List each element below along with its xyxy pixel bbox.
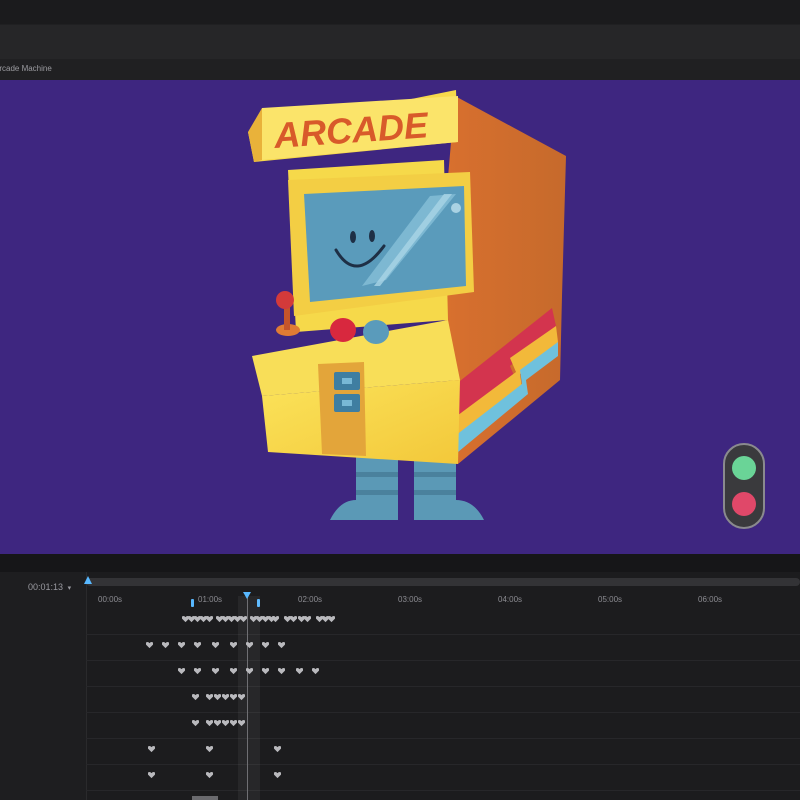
keyframe-heart-icon[interactable] <box>148 746 155 753</box>
artboard-canvas[interactable]: ARCADE <box>0 80 800 554</box>
ruler-label-6: 06:00s <box>698 595 723 604</box>
traffic-light-icon[interactable] <box>723 443 765 529</box>
playhead-line <box>247 596 248 800</box>
keyframe-heart-icon[interactable] <box>230 720 237 727</box>
keyframe-heart-icon[interactable] <box>304 616 311 623</box>
keyframe-heart-icon[interactable] <box>148 772 155 779</box>
panel-divider <box>0 554 800 572</box>
keyframe-heart-icon[interactable] <box>146 642 153 649</box>
ruler-label-2: 02:00s <box>298 595 323 604</box>
range-start-marker[interactable] <box>191 599 194 607</box>
keyframe-heart-icon[interactable] <box>278 642 285 649</box>
keyframe-heart-icon[interactable] <box>238 694 245 701</box>
keyframe-heart-icon[interactable] <box>206 616 213 623</box>
current-time-value: 00:01:13 <box>28 582 64 592</box>
keyframe-heart-icon[interactable] <box>230 694 237 701</box>
keyframe-heart-icon[interactable] <box>206 720 213 727</box>
keyframe-heart-icon[interactable] <box>262 668 269 675</box>
toolbar <box>0 24 800 60</box>
playhead-handle[interactable] <box>243 592 251 599</box>
current-time-readout[interactable]: 00:01:13 ▾ <box>28 582 71 592</box>
title-bar <box>0 0 800 24</box>
keyframe-heart-icon[interactable] <box>278 668 285 675</box>
timeline-panel: 00:01:13 ▾ 00:00s 01:00s 02:00s 03:00s 0… <box>0 572 800 800</box>
ruler-label-0: 00:00s <box>98 595 123 604</box>
keyframe-heart-icon[interactable] <box>206 772 213 779</box>
keyframe-heart-icon[interactable] <box>312 668 319 675</box>
keyframe-heart-icon[interactable] <box>214 720 221 727</box>
timeline-track-6[interactable] <box>86 738 800 765</box>
keyframe-heart-icon[interactable] <box>192 720 199 727</box>
keyframe-heart-icon[interactable] <box>222 694 229 701</box>
keyframe-heart-icon[interactable] <box>192 694 199 701</box>
keyframe-heart-icon[interactable] <box>214 694 221 701</box>
keyframe-heart-icon[interactable] <box>262 642 269 649</box>
ruler-label-4: 04:00s <box>498 595 523 604</box>
keyframe-heart-icon[interactable] <box>274 746 281 753</box>
keyframe-heart-icon[interactable] <box>212 668 219 675</box>
chevron-down-icon[interactable]: ▾ <box>68 585 72 592</box>
keyframe-heart-icon[interactable] <box>206 746 213 753</box>
keyframe-heart-icon[interactable] <box>178 642 185 649</box>
timeline-scroll-thumb[interactable] <box>192 796 218 800</box>
scrubber-start-handle[interactable] <box>84 576 92 584</box>
document-tab-bar: Arcade Machine <box>0 60 800 80</box>
keyframe-heart-icon[interactable] <box>238 720 245 727</box>
ruler-label-1: 01:00s <box>198 595 223 604</box>
cabinet-screen <box>288 172 474 316</box>
ruler-label-5: 05:00s <box>598 595 623 604</box>
keyframe-heart-icon[interactable] <box>246 668 253 675</box>
keyframe-heart-icon[interactable] <box>240 616 247 623</box>
cabinet-marquee: ARCADE <box>248 90 458 162</box>
ruler-label-3: 03:00s <box>398 595 423 604</box>
keyframe-heart-icon[interactable] <box>194 642 201 649</box>
keyframe-heart-icon[interactable] <box>222 720 229 727</box>
keyframe-heart-icon[interactable] <box>290 616 297 623</box>
keyframe-heart-icon[interactable] <box>206 694 213 701</box>
timeline-track-7[interactable] <box>86 764 800 791</box>
keyframe-heart-icon[interactable] <box>272 616 279 623</box>
keyframe-heart-icon[interactable] <box>230 642 237 649</box>
keyframe-heart-icon[interactable] <box>162 642 169 649</box>
keyframe-heart-icon[interactable] <box>296 668 303 675</box>
arcade-machine-artwork[interactable]: ARCADE <box>0 80 800 554</box>
document-tab-label[interactable]: Arcade Machine <box>0 64 52 73</box>
keyframe-heart-icon[interactable] <box>178 668 185 675</box>
keyframe-heart-icon[interactable] <box>212 642 219 649</box>
keyframe-heart-icon[interactable] <box>274 772 281 779</box>
keyframe-heart-icon[interactable] <box>328 616 335 623</box>
keyframe-heart-icon[interactable] <box>194 668 201 675</box>
keyframe-heart-icon[interactable] <box>246 642 253 649</box>
timeline-layer-column: 00:01:13 ▾ <box>0 572 87 800</box>
keyframe-heart-icon[interactable] <box>230 668 237 675</box>
cabinet-legs <box>330 452 484 520</box>
timeline-scrubber[interactable] <box>86 578 800 586</box>
